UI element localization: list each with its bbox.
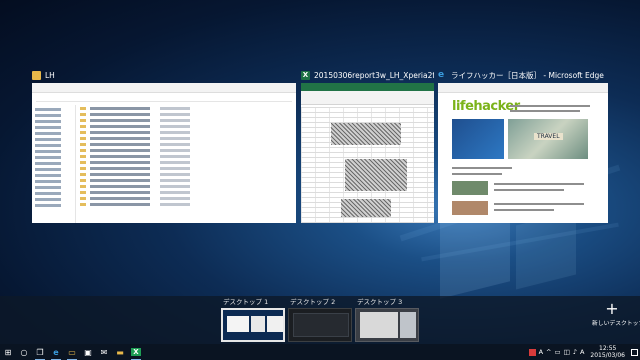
search-button[interactable]: ○	[16, 344, 32, 360]
battery-icon[interactable]: ▭	[554, 348, 560, 356]
headline-text	[510, 105, 590, 107]
window-title: LH	[45, 70, 55, 80]
explorer-file-list	[80, 107, 292, 223]
start-button[interactable]: ⊞	[0, 344, 16, 360]
excel-ribbon	[301, 91, 434, 105]
explorer-ribbon	[32, 83, 296, 93]
edge-thumbnail: lifehacker TRAVEL	[438, 83, 608, 223]
edge-icon: e	[438, 69, 445, 80]
article-text	[494, 183, 584, 185]
clock-date: 2015/03/06	[590, 352, 625, 359]
chevron-up-icon[interactable]: ^	[546, 348, 551, 356]
taskbar-app-store[interactable]: ▣	[80, 344, 96, 360]
hero-image-windows	[452, 119, 504, 159]
article-text	[452, 167, 512, 169]
article-text	[494, 189, 564, 191]
article-text	[494, 209, 554, 211]
task-view-window-edge[interactable]: e ライフハッカー［日本版］ - Microsoft Edge lifehack…	[438, 68, 608, 223]
window-header: LH	[32, 68, 296, 82]
window-header: e ライフハッカー［日本版］ - Microsoft Edge	[438, 68, 608, 82]
desktop-label: デスクトップ 2	[290, 298, 336, 306]
folder-icon: ▭	[68, 347, 76, 357]
desktop-preview	[288, 308, 352, 342]
task-view-button[interactable]: ❐	[32, 344, 48, 360]
sheet-content	[345, 159, 407, 191]
desktop-label: デスクトップ 3	[357, 298, 403, 306]
sheet-content	[331, 123, 401, 145]
task-view-icon: ❐	[36, 347, 44, 357]
clock[interactable]: 12:55 2015/03/06	[590, 345, 625, 359]
input-language-icon[interactable]: A	[580, 348, 584, 356]
new-desktop-button[interactable]: + 新しいデスクトップ	[592, 299, 640, 328]
sheet-content	[341, 199, 391, 217]
excel-titlebar	[301, 83, 434, 91]
desktop-1[interactable]: デスクトップ 1	[221, 296, 285, 342]
window-header: X 20150306report3w_LH_Xperia2fl.xlsx - E…	[301, 68, 434, 82]
excel-icon: X	[131, 348, 141, 356]
notifications-icon[interactable]	[631, 348, 638, 356]
explorer-thumbnail	[32, 83, 296, 223]
new-desktop-label: 新しいデスクトップ	[592, 321, 640, 327]
article-tile	[452, 181, 488, 195]
taskbar-app-explorer-2[interactable]: ▬	[112, 344, 128, 360]
folder-icon: ▬	[116, 347, 124, 357]
search-icon: ○	[20, 347, 28, 357]
taskbar-app-explorer[interactable]: ▭	[64, 344, 80, 360]
taskbar-app-edge[interactable]: e	[48, 344, 64, 360]
explorer-address-bar	[36, 94, 292, 102]
headline-text	[510, 110, 580, 112]
desktop-2[interactable]: デスクトップ 2	[288, 296, 352, 342]
article-text	[452, 173, 502, 175]
travel-badge: TRAVEL	[534, 133, 563, 140]
network-icon[interactable]: ◫	[564, 348, 570, 356]
edge-address-bar	[438, 83, 608, 93]
excel-icon: X	[301, 70, 310, 80]
explorer-nav-pane	[32, 105, 76, 223]
folder-icon	[32, 70, 41, 80]
taskbar: ⊞ ○ ❐ e ▭ ▣ ✉ ▬ X A ^ ▭ ◫ ♪ A 12:55 2015…	[0, 344, 640, 360]
window-title: 20150306report3w_LH_Xperia2fl.xlsx - Exc…	[314, 70, 434, 80]
desktop-3[interactable]: デスクトップ 3	[355, 296, 419, 342]
desktop-preview	[221, 308, 285, 342]
system-tray: A ^ ▭ ◫ ♪ A 12:55 2015/03/06	[528, 344, 640, 360]
article-tile	[452, 201, 488, 215]
desktop-preview	[355, 308, 419, 342]
task-view-window-excel[interactable]: X 20150306report3w_LH_Xperia2fl.xlsx - E…	[301, 68, 434, 223]
clock-time: 12:55	[599, 345, 617, 352]
taskbar-app-excel[interactable]: X	[128, 344, 144, 360]
article-text	[494, 203, 584, 205]
windows-logo-icon: ⊞	[4, 347, 12, 357]
acrobat-icon[interactable]	[528, 348, 536, 356]
ime-icon[interactable]: A	[539, 348, 543, 356]
store-icon: ▣	[84, 347, 92, 357]
desktop-label: デスクトップ 1	[223, 298, 269, 306]
excel-thumbnail	[301, 83, 434, 223]
virtual-desktop-strip: デスクトップ 1 デスクトップ 2 デスクトップ 3 + 新しいデスクトップ	[0, 296, 640, 344]
excel-sheet-grid	[301, 107, 434, 223]
mail-icon: ✉	[100, 347, 108, 357]
edge-icon: e	[53, 347, 59, 357]
volume-icon[interactable]: ♪	[573, 348, 577, 356]
window-title: ライフハッカー［日本版］ - Microsoft Edge	[451, 70, 604, 80]
task-view-window-explorer[interactable]: LH	[32, 68, 296, 223]
plus-icon: +	[605, 299, 619, 318]
taskbar-app-mail[interactable]: ✉	[96, 344, 112, 360]
